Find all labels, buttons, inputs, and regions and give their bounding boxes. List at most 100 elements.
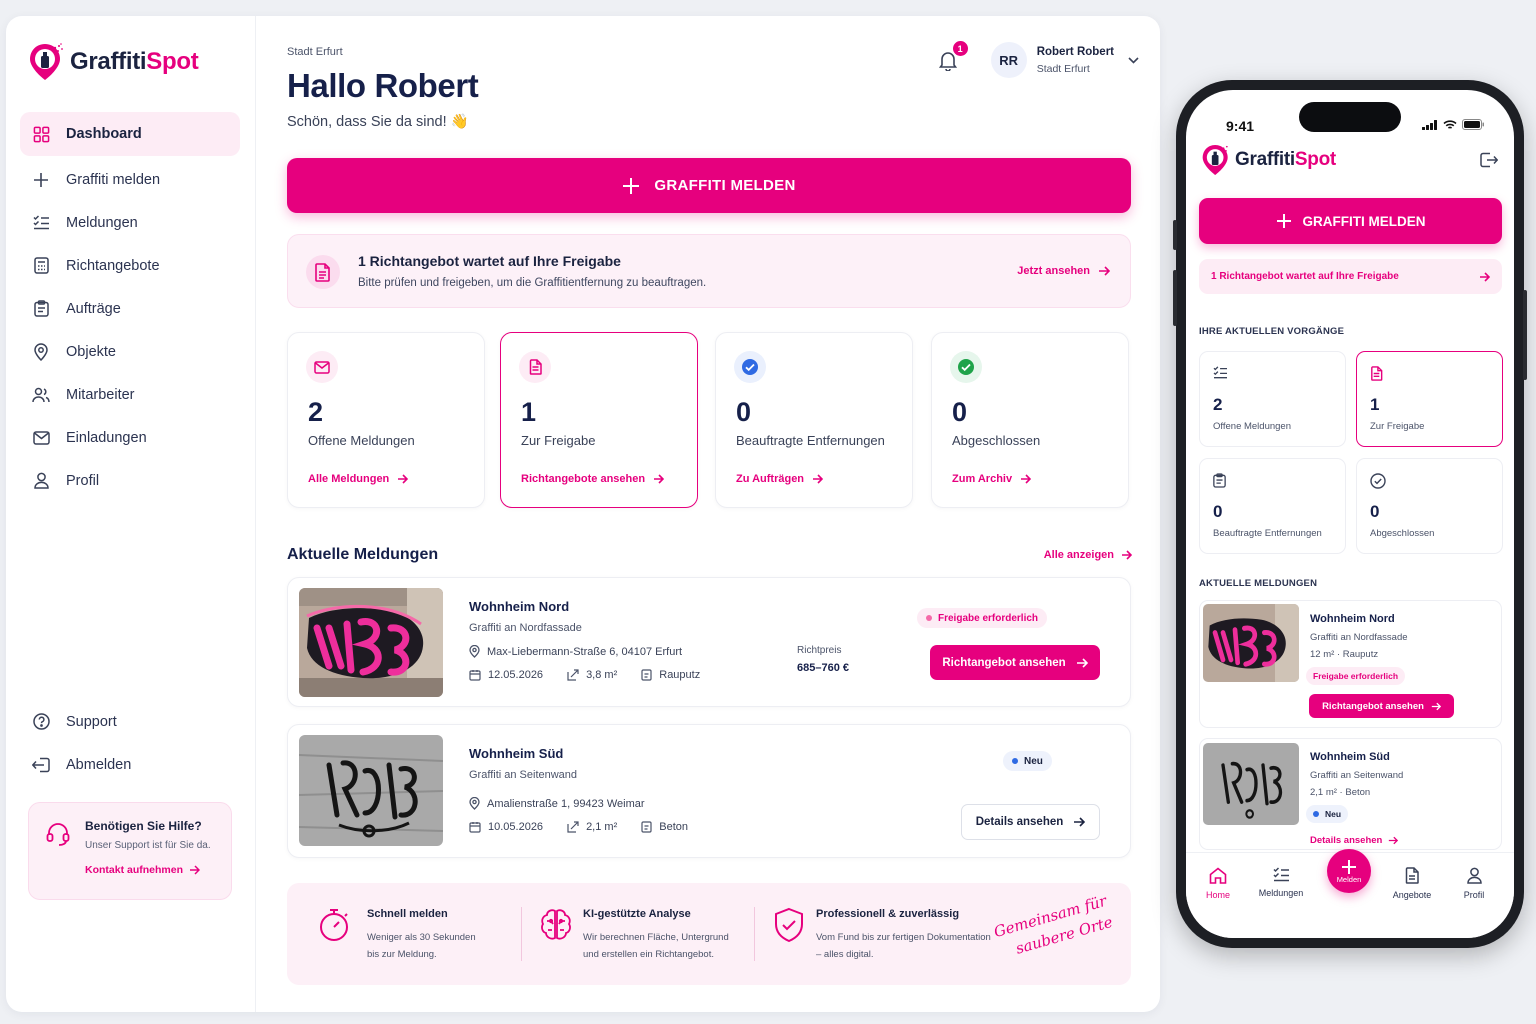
tab-meldungen[interactable]: Meldungen bbox=[1251, 867, 1311, 898]
sidebar-item-abmelden[interactable]: Abmelden bbox=[20, 743, 240, 786]
user-info[interactable]: Robert Robert Stadt Erfurt bbox=[1037, 46, 1114, 75]
report-row[interactable]: Wohnheim Nord Graffiti an Nordfassade Ma… bbox=[287, 577, 1131, 707]
stat-card-pending-approval[interactable]: 1 Zur Freigabe Richtangebote ansehen bbox=[500, 332, 698, 508]
brain-icon bbox=[541, 909, 571, 940]
tab-melden-fab[interactable]: Melden bbox=[1327, 849, 1371, 893]
feature-text: Wir berechnen Fläche, Untergrund und erst… bbox=[583, 932, 729, 960]
to-orders-link[interactable]: Zu Aufträgen bbox=[736, 473, 824, 485]
contact-link[interactable]: Kontakt aufnehmen bbox=[85, 864, 217, 876]
sidebar-item-meldungen[interactable]: Meldungen bbox=[20, 201, 240, 244]
brand-logo: GraffitiSpot bbox=[1201, 143, 1336, 177]
stat-value: 2 bbox=[308, 397, 324, 427]
report-meta: 2,1 m² · Beton bbox=[1310, 787, 1371, 798]
status-icons bbox=[1422, 119, 1484, 130]
arrow-right-icon bbox=[1021, 474, 1032, 484]
stat-card-open-reports[interactable]: 2 Offene Meldungen bbox=[1199, 351, 1346, 447]
report-title: Wohnheim Nord bbox=[469, 599, 570, 614]
plus-icon bbox=[623, 177, 640, 194]
phone-side-button bbox=[1173, 270, 1177, 326]
sidebar-bottom-nav: Support Abmelden bbox=[20, 700, 240, 786]
stat-value: 0 bbox=[952, 397, 968, 427]
status-bar: 9:41 bbox=[1186, 90, 1514, 140]
tab-angebote[interactable]: Angebote bbox=[1382, 867, 1442, 900]
stat-value: 0 bbox=[1370, 502, 1380, 521]
status-badge: Neu bbox=[1003, 751, 1052, 771]
stat-label: Beauftragte Entfernungen bbox=[1213, 528, 1322, 539]
stat-label: Beauftragte Entfernungen bbox=[736, 433, 885, 448]
check-circle-icon bbox=[950, 351, 982, 383]
bottom-tab-bar: Home Meldungen Melden Angebote Profil bbox=[1186, 849, 1514, 938]
sidebar-item-support[interactable]: Support bbox=[20, 700, 240, 743]
section-title-reports: Aktuelle Meldungen bbox=[287, 546, 439, 563]
document-icon bbox=[1371, 366, 1383, 381]
view-offers-link[interactable]: Richtangebote ansehen bbox=[521, 473, 665, 485]
sidebar-item-dashboard[interactable]: Dashboard bbox=[20, 112, 240, 156]
tab-home[interactable]: Home bbox=[1188, 867, 1248, 900]
approval-notice[interactable]: 1 Richtangebot wartet auf Ihre Freigabe bbox=[1199, 259, 1502, 294]
help-title: Benötigen Sie Hilfe? bbox=[85, 819, 202, 833]
area-icon bbox=[567, 821, 579, 833]
report-graffiti-button[interactable]: GRAFFITI MELDEN bbox=[287, 158, 1131, 213]
report-graffiti-button[interactable]: GRAFFITI MELDEN bbox=[1199, 198, 1502, 244]
view-offer-button[interactable]: Richtangebot ansehen bbox=[1309, 694, 1454, 718]
chevron-down-icon[interactable] bbox=[1128, 56, 1139, 64]
phone-mockup: 9:41 GraffitiSpot GRAFFITI MELDEN 1 Rich… bbox=[1173, 80, 1527, 948]
sidebar-item-label: Einladungen bbox=[66, 429, 147, 446]
feature-text: Vom Fund bis zur fertigen Dokumentation –… bbox=[816, 932, 991, 960]
sidebar-item-label: Dashboard bbox=[66, 126, 142, 142]
stat-label: Offene Meldungen bbox=[1213, 421, 1291, 432]
all-reports-link[interactable]: Alle Meldungen bbox=[308, 473, 409, 485]
section-title-processes: IHRE AKTUELLEN VORGÄNGE bbox=[1199, 326, 1345, 337]
calendar-icon bbox=[469, 822, 481, 833]
details-link[interactable]: Details ansehen bbox=[1310, 835, 1399, 846]
stat-card-pending-approval[interactable]: 1 Zur Freigabe bbox=[1356, 351, 1503, 447]
avatar[interactable]: RR bbox=[990, 42, 1027, 78]
sidebar-item-graffiti-melden[interactable]: Graffiti melden bbox=[20, 158, 240, 201]
brand-logo[interactable]: GraffitiSpot bbox=[28, 42, 199, 82]
main-content: Stadt Erfurt Hallo Robert Schön, dass Si… bbox=[287, 16, 1139, 1012]
page-title: Hallo Robert bbox=[287, 67, 479, 104]
signal-icon bbox=[1422, 119, 1437, 130]
notifications-button[interactable]: 1 bbox=[937, 41, 968, 71]
stat-card-commissioned[interactable]: 0 Beauftragte Entfernungen bbox=[1199, 458, 1346, 554]
stat-card-open-reports[interactable]: 2 Offene Meldungen Alle Meldungen bbox=[287, 332, 485, 508]
report-meta: 12 m² · Rauputz bbox=[1310, 649, 1379, 660]
list-check-icon bbox=[1213, 366, 1227, 379]
arrow-right-icon bbox=[1122, 550, 1132, 560]
headset-icon bbox=[45, 821, 71, 847]
show-all-link[interactable]: Alle anzeigen bbox=[1044, 549, 1132, 561]
report-card[interactable]: Wohnheim Nord Graffiti an Nordfassade 12… bbox=[1199, 600, 1502, 728]
report-subtitle: Graffiti an Seitenwand bbox=[469, 769, 578, 781]
sidebar-item-objekte[interactable]: Objekte bbox=[20, 330, 240, 373]
page-subtitle: Schön, dass Sie da sind! 👋 bbox=[287, 114, 469, 130]
sidebar-item-richtangebote[interactable]: Richtangebote bbox=[20, 244, 240, 287]
view-offer-button[interactable]: Richtangebot ansehen bbox=[930, 645, 1100, 680]
document-icon bbox=[1405, 867, 1419, 884]
sidebar-item-mitarbeiter[interactable]: Mitarbeiter bbox=[20, 373, 240, 416]
to-archive-link[interactable]: Zum Archiv bbox=[952, 473, 1032, 485]
stat-value: 2 bbox=[1213, 395, 1223, 414]
phone-side-button bbox=[1523, 290, 1527, 380]
report-card[interactable]: Wohnheim Süd Graffiti an Seitenwand 2,1 … bbox=[1199, 738, 1502, 850]
stat-label: Abgeschlossen bbox=[952, 433, 1041, 448]
sidebar-item-profil[interactable]: Profil bbox=[20, 459, 240, 502]
brand-name: GraffitiSpot bbox=[1235, 149, 1336, 170]
stat-card-commissioned[interactable]: 0 Beauftragte Entfernungen Zu Aufträgen bbox=[715, 332, 913, 508]
divider bbox=[521, 907, 522, 961]
view-now-link[interactable]: Jetzt ansehen bbox=[1017, 265, 1110, 277]
sidebar-item-auftraege[interactable]: Aufträge bbox=[20, 287, 240, 330]
details-button[interactable]: Details ansehen bbox=[961, 804, 1100, 840]
graffiti-photo-bw bbox=[1203, 743, 1299, 825]
tab-profil[interactable]: Profil bbox=[1444, 867, 1504, 900]
sidebar-item-einladungen[interactable]: Einladungen bbox=[20, 416, 240, 459]
report-row[interactable]: Wohnheim Süd Graffiti an Seitenwand Amal… bbox=[287, 724, 1131, 858]
sidebar-item-label: Richtangebote bbox=[66, 257, 160, 274]
sidebar-item-label: Abmelden bbox=[66, 756, 132, 773]
stat-card-completed[interactable]: 0 Abgeschlossen Zum Archiv bbox=[931, 332, 1129, 508]
notice-title: 1 Richtangebot wartet auf Ihre Freigabe bbox=[358, 253, 621, 269]
logout-icon[interactable] bbox=[1480, 152, 1498, 168]
report-subtitle: Graffiti an Nordfassade bbox=[469, 622, 582, 634]
mail-icon bbox=[32, 429, 50, 447]
stat-card-completed[interactable]: 0 Abgeschlossen bbox=[1356, 458, 1503, 554]
graffiti-photo-colored bbox=[1203, 604, 1299, 682]
